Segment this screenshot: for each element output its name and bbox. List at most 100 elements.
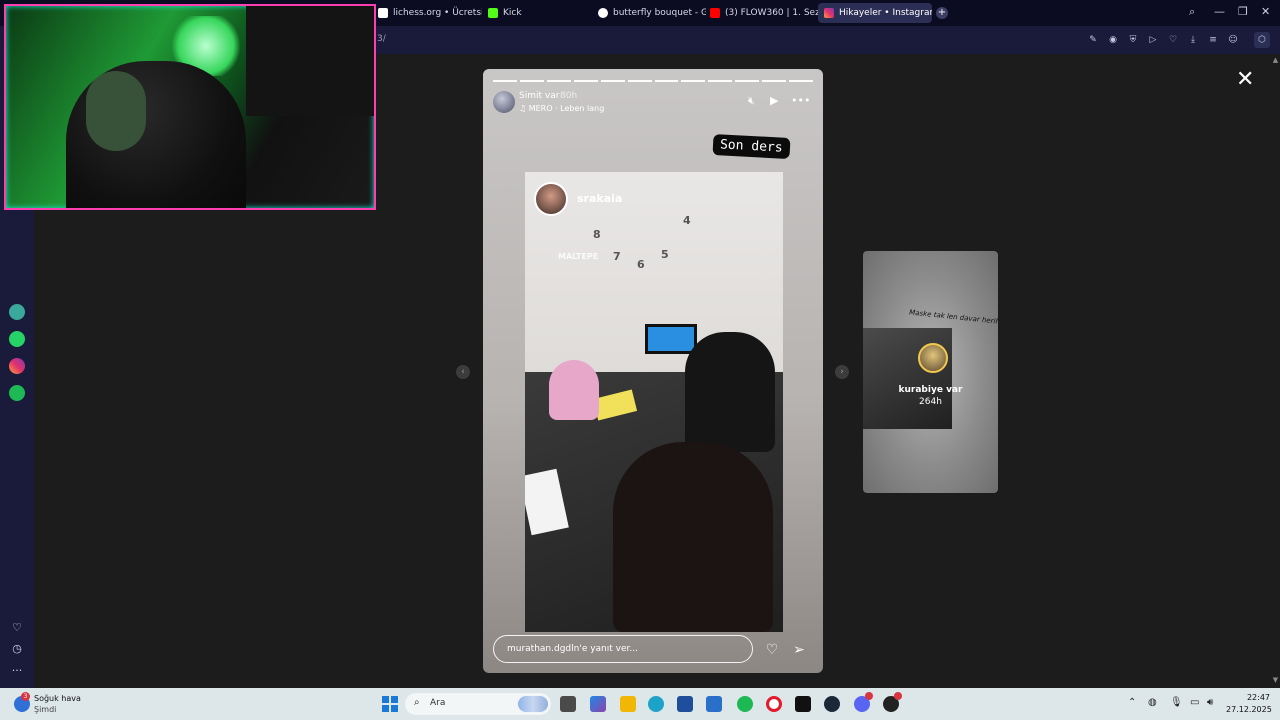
inner-post-username: srakaia xyxy=(577,192,623,205)
weather-badge: 3 xyxy=(21,692,30,701)
page-scrollbar[interactable]: ▲ ▼ xyxy=(1271,54,1280,688)
story-avatar[interactable] xyxy=(493,91,515,113)
start-tile xyxy=(391,696,398,703)
more-options-icon[interactable]: ••• xyxy=(791,94,810,107)
progress-segment xyxy=(627,80,652,82)
camera-icon[interactable]: ◉ xyxy=(1107,34,1119,46)
edge-icon[interactable] xyxy=(648,696,664,712)
edit-icon[interactable]: ✎ xyxy=(1087,34,1099,46)
send-icon[interactable]: ➢ xyxy=(791,642,807,658)
photo-person-boy xyxy=(685,332,775,452)
next-story-preview[interactable]: Maske tak len davar herif kurabiye var 2… xyxy=(863,251,998,493)
wall-number: 4 xyxy=(683,214,691,227)
restore-icon[interactable]: ❐ xyxy=(1238,5,1248,18)
progress-segment xyxy=(546,80,571,82)
play-icon[interactable]: ▷ xyxy=(1147,34,1159,46)
weather-title[interactable]: Soğuk hava xyxy=(34,694,81,703)
tab-instagram[interactable]: Hikayeler • Instagram xyxy=(818,3,932,23)
microphone-icon[interactable]: 🎙︎ xyxy=(1170,697,1183,708)
previous-story-arrow[interactable]: ‹ xyxy=(456,365,470,379)
webcam-face xyxy=(86,71,146,151)
progress-segment xyxy=(493,80,517,82)
whatsapp-icon[interactable] xyxy=(9,331,25,347)
photo-monitor xyxy=(645,324,697,354)
start-tile xyxy=(382,696,389,703)
heart-icon[interactable]: ♡ xyxy=(1167,34,1179,46)
windows-taskbar: 3 Soğuk hava Şimdi ⌕ Ara ⌃ ◍ 🎙︎ ▭ 🔊︎ 22:… xyxy=(0,688,1280,720)
download-icon[interactable]: ⤓ xyxy=(1187,34,1199,46)
story-progress-bar xyxy=(493,80,814,82)
spotify-icon[interactable] xyxy=(9,385,25,401)
shield-icon[interactable]: ⛨ xyxy=(1127,34,1139,46)
start-button[interactable] xyxy=(382,696,398,712)
scroll-down-arrow[interactable]: ▼ xyxy=(1271,676,1280,686)
favorites-icon[interactable]: ♡ xyxy=(10,621,24,635)
minimize-icon[interactable]: — xyxy=(1214,5,1225,18)
next-story-arrow[interactable]: › xyxy=(835,365,849,379)
url-field[interactable]: 3/ xyxy=(377,34,386,44)
start-tile xyxy=(382,705,389,712)
tab-lichess[interactable]: lichess.org • Ücretsiz Çevri xyxy=(372,3,482,23)
story-sticker: Son ders xyxy=(712,134,791,159)
weather-subtitle: Şimdi xyxy=(34,705,57,714)
next-story-username: kurabiye var xyxy=(898,385,963,395)
tab-google[interactable]: butterfly bouquet - Google xyxy=(592,3,706,23)
new-tab-button[interactable]: + xyxy=(936,7,948,19)
extension-icon[interactable]: ⬡ xyxy=(1254,32,1270,48)
lichess-icon xyxy=(378,8,388,18)
volume-icon[interactable]: 🔊︎ xyxy=(1207,697,1213,708)
steam-icon[interactable] xyxy=(824,696,840,712)
close-window-icon[interactable]: ✕ xyxy=(1261,5,1270,18)
search-icon: ⌕ xyxy=(414,697,420,708)
instagram-sidebar-icon[interactable] xyxy=(9,358,25,374)
mute-icon[interactable]: 🔇︎ xyxy=(748,94,755,108)
outlook-icon[interactable] xyxy=(706,696,722,712)
file-explorer-icon[interactable] xyxy=(620,696,636,712)
play-story-icon[interactable]: ▶ xyxy=(770,94,778,107)
inner-post-logo: MALTEPE xyxy=(558,252,599,261)
next-story-caption: Maske tak len davar herif xyxy=(908,308,998,326)
story-music[interactable]: ♫ MERO · Leben lang xyxy=(519,104,604,113)
clock-date[interactable]: 27.12.2025 xyxy=(1226,705,1272,714)
webcam-overlay xyxy=(4,4,376,210)
tab-label: (3) FLOW360 | 1. Sezon 4. xyxy=(725,8,818,18)
tab-youtube[interactable]: (3) FLOW360 | 1. Sezon 4. xyxy=(704,3,818,23)
tab-kick[interactable]: Kick xyxy=(482,3,542,23)
chatgpt-icon[interactable] xyxy=(9,304,25,320)
tab-label: lichess.org • Ücretsiz Çevri xyxy=(393,8,482,18)
clock-time[interactable]: 22:47 xyxy=(1236,693,1270,702)
instagram-icon xyxy=(824,8,834,18)
like-heart-icon[interactable]: ♡ xyxy=(764,642,780,658)
story-username[interactable]: Simit var xyxy=(519,91,559,101)
tab-label: Hikayeler • Instagram xyxy=(839,8,932,18)
progress-segment xyxy=(708,80,733,82)
store-icon[interactable] xyxy=(677,696,693,712)
discord-badge-icon xyxy=(865,692,873,700)
taskbar-search[interactable]: ⌕ Ara xyxy=(405,693,551,715)
story-photo: srakaia MALTEPE 8 7 6 5 4 xyxy=(525,172,783,632)
scroll-up-arrow[interactable]: ▲ xyxy=(1271,56,1280,66)
profile-icon[interactable]: ☺ xyxy=(1227,34,1239,46)
history-icon[interactable]: ◷ xyxy=(10,642,24,656)
menu-icon[interactable]: ≡ xyxy=(1207,34,1219,46)
network-icon[interactable]: ▭ xyxy=(1190,697,1199,708)
opera-icon[interactable] xyxy=(766,696,782,712)
start-tile xyxy=(391,705,398,712)
wall-number: 5 xyxy=(661,248,669,261)
task-view-icon[interactable] xyxy=(560,696,576,712)
search-highlight-art xyxy=(518,696,548,712)
story-music-label: MERO · Leben lang xyxy=(528,104,605,113)
close-story-icon[interactable]: ✕ xyxy=(1236,69,1254,91)
browser-search-icon[interactable]: ⌕ xyxy=(1189,5,1195,19)
photo-person-front xyxy=(613,442,773,632)
tray-app-icon[interactable]: ◍ xyxy=(1148,697,1157,708)
next-story-time: 264h xyxy=(919,397,942,407)
tray-chevron-icon[interactable]: ⌃ xyxy=(1128,697,1136,708)
search-placeholder: Ara xyxy=(430,698,446,708)
widgets-icon[interactable] xyxy=(590,696,606,712)
spotify-taskbar-icon[interactable] xyxy=(737,696,753,712)
more-icon[interactable]: ··· xyxy=(10,664,24,678)
terminal-icon[interactable] xyxy=(795,696,811,712)
story-reply-input[interactable]: murathan.dgdln'e yanıt ver... xyxy=(493,635,753,663)
wall-number: 8 xyxy=(593,228,601,241)
